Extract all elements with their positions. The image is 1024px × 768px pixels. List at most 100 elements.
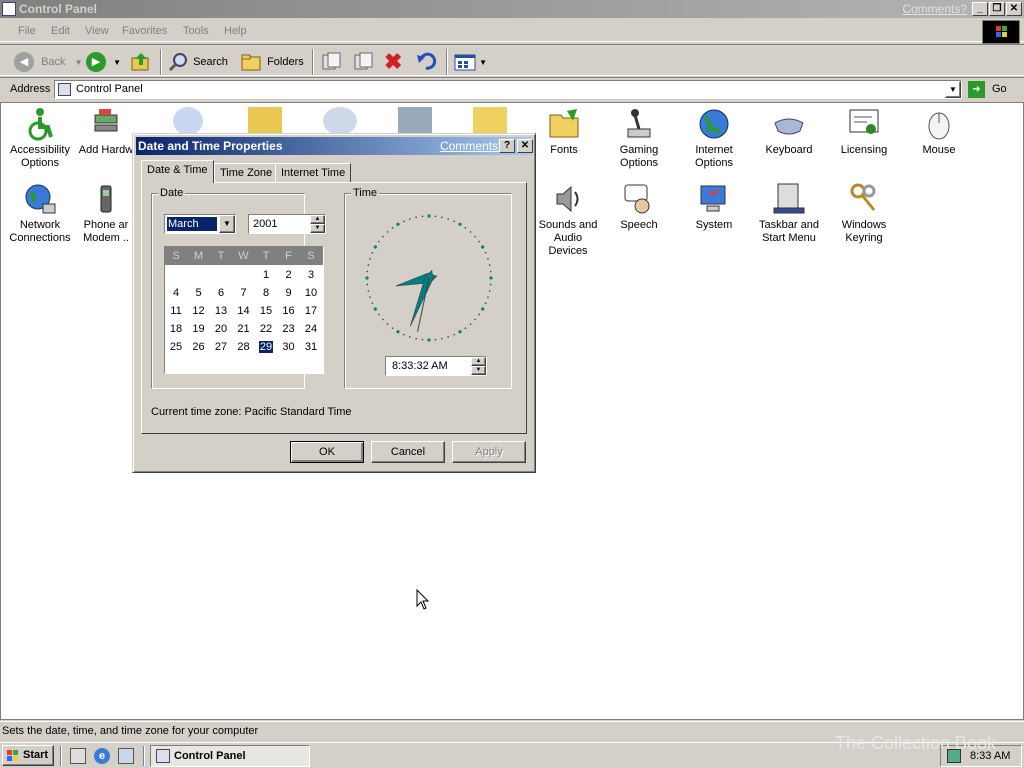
month-select[interactable]: March ▼ [164,214,236,234]
calendar-day[interactable]: 17 [300,305,322,317]
close-icon[interactable]: ✕ [1006,2,1022,16]
cp-item-gaming-options[interactable]: Gaming Options [601,107,677,170]
cp-item-fonts[interactable]: Fonts [526,107,602,157]
calendar-day[interactable]: 30 [278,341,300,353]
move-to-button[interactable] [320,51,342,73]
calendar-day[interactable]: 13 [210,305,232,317]
menu-file[interactable]: File [18,25,36,37]
dialog-close-icon[interactable]: ✕ [517,139,533,153]
back-button[interactable]: ◀ Back ▼ [14,51,83,73]
spin-down-icon[interactable]: ▼ [471,366,486,375]
start-button[interactable]: Start [2,745,54,766]
calendar-day[interactable]: 4 [165,287,187,299]
calendar-grid[interactable]: SMTWTFS 1 2 3 4 5 6 7 8 9 10 11 12 13 14 15 16 17 18 19 20 2… [164,246,324,374]
clock-minute-mark [371,302,374,305]
cp-item-mouse[interactable]: Mouse [901,107,977,157]
cp-item-internet-options[interactable]: Internet Options [676,107,752,170]
cp-item-phone-modem[interactable]: Phone ar Modem .. [75,182,137,245]
cp-item-taskbar[interactable]: Taskbar and Start Menu [751,182,827,245]
calendar-day[interactable]: 15 [255,305,277,317]
partial-cp-icon[interactable] [248,107,282,135]
spin-up-icon[interactable]: ▲ [471,357,486,366]
calendar-day[interactable]: 20 [210,323,232,335]
calendar-day[interactable]: 10 [300,287,322,299]
calendar-day[interactable]: 25 [165,341,187,353]
spin-down-icon[interactable]: ▼ [310,224,325,233]
help-icon[interactable]: ? [499,139,515,153]
address-input[interactable]: Control Panel ▼ [54,80,962,99]
calendar-day[interactable]: 22 [255,323,277,335]
up-folder-button[interactable] [130,51,152,73]
cancel-button[interactable]: Cancel [371,441,445,463]
calendar-day[interactable]: 1 [255,269,277,281]
weekday-label: S [172,250,180,262]
calendar-day[interactable]: 7 [233,287,255,299]
cp-item-keyboard[interactable]: Keyboard [751,107,827,157]
calendar-day[interactable]: 2 [278,269,300,281]
calendar-day-selected[interactable]: 29 [259,341,273,353]
restore-icon[interactable]: ❐ [989,2,1005,16]
views-button[interactable]: ▼ [454,51,487,73]
cp-item-licensing[interactable]: Licensing [826,107,902,157]
copy-to-button[interactable] [352,51,374,73]
calendar-day[interactable]: 11 [165,305,187,317]
partial-cp-icon[interactable] [323,107,357,135]
cp-item-network-connections[interactable]: Network Connections [2,182,78,245]
partial-cp-icon[interactable] [398,107,432,135]
cp-item-add-hardware[interactable]: Add Hardw [75,107,137,157]
menu-tools[interactable]: Tools [183,25,209,37]
tab-internet-time[interactable]: Internet Time [275,163,352,183]
dialog-comments-link[interactable]: Comments? [440,137,505,155]
cp-item-sounds[interactable]: Sounds and Audio Devices [534,182,602,258]
quicklaunch-explorer-icon[interactable] [118,748,134,764]
cp-item-windows-keyring[interactable]: Windows Keyring [826,182,902,245]
delete-button[interactable]: ✖ [384,51,402,73]
comments-link[interactable]: Comments? [902,0,967,18]
tab-date-time[interactable]: Date & Time [141,160,214,183]
partial-cp-icon[interactable] [173,107,203,135]
quicklaunch-desktop-icon[interactable] [70,748,86,764]
ok-button[interactable]: OK [290,441,364,463]
quicklaunch-ie-icon[interactable]: e [94,748,110,764]
calendar-day[interactable]: 14 [233,305,255,317]
minimize-icon[interactable]: _ [972,2,988,16]
window-titlebar[interactable]: Control Panel Comments? _ ❐ ✕ [0,0,1024,18]
calendar-day[interactable]: 8 [255,287,277,299]
calendar-day[interactable]: 5 [188,287,210,299]
apply-button[interactable]: Apply [452,441,526,463]
chevron-down-icon[interactable]: ▼ [219,215,235,233]
year-spinner[interactable]: 2001 ▲ ▼ [248,214,326,234]
partial-cp-icon[interactable] [473,107,507,135]
calendar-day[interactable]: 21 [233,323,255,335]
menu-favorites[interactable]: Favorites [122,25,167,37]
menu-edit[interactable]: Edit [51,25,70,37]
forward-button[interactable]: ▶ ▼ [86,51,121,73]
address-dropdown-icon[interactable]: ▼ [945,81,961,98]
search-button[interactable]: Search [168,51,228,73]
dialog-titlebar[interactable]: Date and Time Properties Comments? ? ✕ [136,137,533,155]
cp-item-speech[interactable]: Speech [601,182,677,232]
calendar-day[interactable]: 16 [278,305,300,317]
calendar-day[interactable]: 23 [278,323,300,335]
calendar-day[interactable]: 31 [300,341,322,353]
spin-up-icon[interactable]: ▲ [310,215,325,224]
menu-help[interactable]: Help [224,25,247,37]
undo-button[interactable] [416,51,438,73]
menu-view[interactable]: View [85,25,109,37]
calendar-day[interactable]: 27 [210,341,232,353]
calendar-day[interactable]: 26 [188,341,210,353]
calendar-day[interactable]: 6 [210,287,232,299]
calendar-day[interactable]: 19 [188,323,210,335]
tab-time-zone[interactable]: Time Zone [214,163,279,183]
calendar-day[interactable]: 18 [165,323,187,335]
taskbar-button-control-panel[interactable]: Control Panel [150,745,310,767]
calendar-day[interactable]: 9 [278,287,300,299]
calendar-day[interactable]: 3 [300,269,322,281]
folders-button[interactable]: Folders [240,51,304,73]
calendar-day[interactable]: 28 [233,341,255,353]
cp-item-accessibility[interactable]: Accessibility Options [2,107,78,170]
calendar-day[interactable]: 24 [300,323,322,335]
time-spinner[interactable]: 8:33:32 AM ▲ ▼ [385,356,487,376]
calendar-day[interactable]: 12 [188,305,210,317]
cp-item-system[interactable]: System [676,182,752,232]
